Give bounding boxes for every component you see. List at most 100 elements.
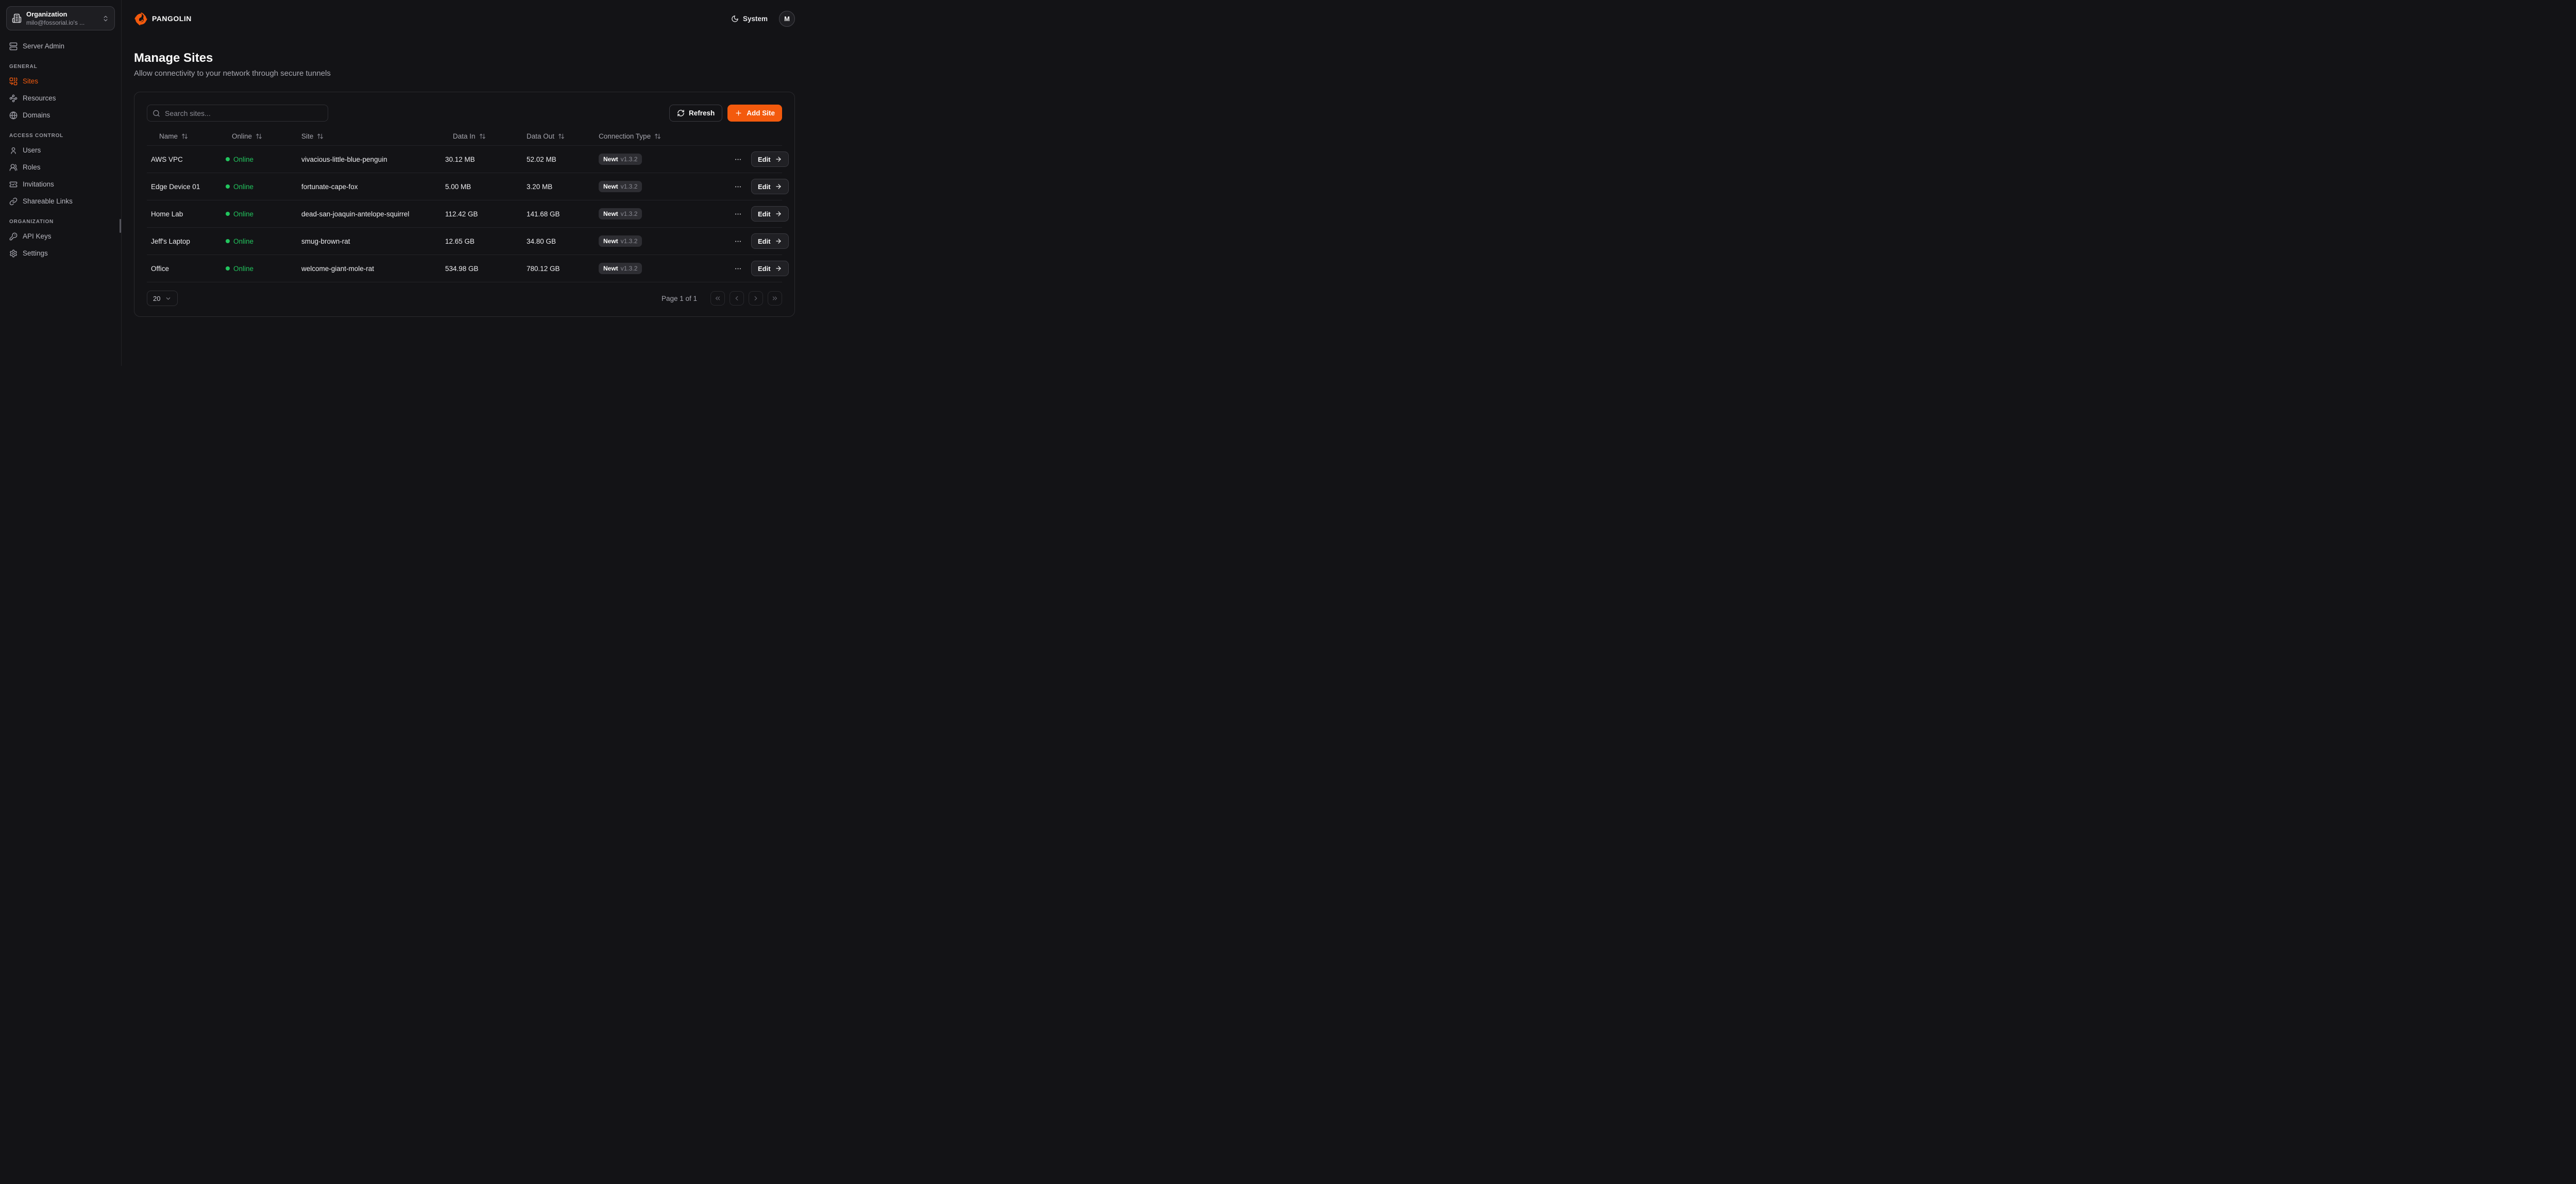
previous-page-button[interactable] (730, 291, 744, 306)
theme-toggle-button[interactable]: System (731, 15, 768, 23)
sidebar-item-label: API Keys (23, 232, 52, 240)
row-actions: Edit (724, 151, 790, 167)
online-status: Online (224, 156, 293, 163)
column-label: Data Out (527, 132, 554, 140)
connection-badge: Newt v1.3.2 (599, 235, 642, 247)
org-selector[interactable]: Organization milo@fossorial.io's ... (6, 6, 115, 30)
online-label: Online (233, 156, 253, 163)
row-actions: Edit (724, 261, 790, 276)
chevrons-up-down-icon (102, 15, 109, 22)
sort-icon (654, 133, 661, 140)
sidebar-item-api-keys[interactable]: API Keys (6, 228, 115, 245)
data-out: 34.80 GB (518, 238, 590, 245)
connection-badge: Newt v1.3.2 (599, 263, 642, 274)
edit-label: Edit (758, 265, 771, 273)
table-toolbar: Refresh Add Site (147, 105, 782, 122)
table-header-row: Name Online Site Data In (147, 127, 782, 146)
user-icon (9, 146, 18, 155)
arrow-right-icon (775, 265, 782, 272)
ellipsis-icon (734, 265, 742, 273)
row-menu-button[interactable] (732, 235, 744, 247)
topbar-right: System M (731, 11, 795, 27)
site-slug: welcome-giant-mole-rat (293, 265, 437, 273)
site-slug: fortunate-cape-fox (293, 183, 437, 191)
chevron-left-icon (733, 295, 740, 302)
data-out: 52.02 MB (518, 156, 590, 163)
column-label: Site (301, 132, 313, 140)
sort-header-online[interactable]: Online (224, 132, 262, 140)
avatar[interactable]: M (779, 11, 795, 27)
pangolin-logo-icon (134, 12, 148, 26)
sidebar-item-label: Shareable Links (23, 197, 73, 205)
connection-type-cell: Newt v1.3.2 (590, 208, 724, 219)
add-site-button[interactable]: Add Site (727, 105, 782, 122)
theme-toggle-label: System (743, 15, 768, 23)
avatar-initial: M (784, 15, 790, 23)
sidebar-item-label: Resources (23, 94, 56, 102)
online-status: Online (224, 183, 293, 191)
row-menu-button[interactable] (732, 208, 744, 220)
sidebar-scrollbar-thumb[interactable] (120, 219, 121, 233)
edit-button[interactable]: Edit (751, 233, 789, 249)
online-label: Online (233, 238, 253, 245)
site-name: Home Lab (147, 210, 224, 218)
sort-header-data-in[interactable]: Data In (437, 132, 486, 140)
sort-header-data-out[interactable]: Data Out (518, 132, 565, 140)
sort-header-name[interactable]: Name (147, 132, 188, 140)
connection-version: v1.3.2 (621, 210, 638, 217)
sort-header-connection-type[interactable]: Connection Type (590, 132, 661, 140)
edit-button[interactable]: Edit (751, 179, 789, 194)
online-dot-icon (226, 266, 230, 270)
row-menu-button[interactable] (732, 181, 744, 193)
org-selector-value: milo@fossorial.io's ... (26, 19, 84, 26)
edit-button[interactable]: Edit (751, 261, 789, 276)
sort-icon (479, 133, 486, 140)
connection-type-cell: Newt v1.3.2 (590, 181, 724, 192)
sites-table: Name Online Site Data In (147, 127, 782, 282)
connection-version: v1.3.2 (621, 265, 638, 272)
chevrons-left-icon (714, 295, 721, 302)
online-label: Online (233, 183, 253, 191)
sidebar-item-resources[interactable]: Resources (6, 90, 115, 107)
sidebar-item-sites[interactable]: Sites (6, 73, 115, 90)
table-row: Home Lab Online dead-san-joaquin-antelop… (147, 200, 782, 228)
connection-version: v1.3.2 (621, 156, 638, 163)
sidebar-item-settings[interactable]: Settings (6, 245, 115, 262)
connection-type-cell: Newt v1.3.2 (590, 263, 724, 274)
sidebar-item-server-admin[interactable]: Server Admin (6, 38, 115, 55)
table-row: Jeff's Laptop Online smug-brown-rat 12.6… (147, 228, 782, 255)
edit-button[interactable]: Edit (751, 206, 789, 222)
first-page-button[interactable] (710, 291, 725, 306)
sidebar-item-shareable-links[interactable]: Shareable Links (6, 193, 115, 210)
waypoints-icon (9, 94, 18, 103)
row-menu-button[interactable] (732, 263, 744, 275)
sidebar-item-label: Sites (23, 77, 38, 85)
refresh-button[interactable]: Refresh (669, 105, 722, 122)
sidebar-section-general: GENERAL (6, 64, 115, 73)
sidebar-item-users[interactable]: Users (6, 142, 115, 159)
sidebar-item-roles[interactable]: Roles (6, 159, 115, 176)
sort-header-site[interactable]: Site (293, 132, 324, 140)
arrow-right-icon (775, 156, 782, 163)
column-label: Connection Type (599, 132, 651, 140)
edit-button[interactable]: Edit (751, 151, 789, 167)
connection-badge: Newt v1.3.2 (599, 181, 642, 192)
sidebar-item-label: Settings (23, 249, 48, 257)
sidebar-section-organization: ORGANIZATION (6, 219, 115, 228)
sidebar-item-invitations[interactable]: Invitations (6, 176, 115, 193)
next-page-button[interactable] (749, 291, 763, 306)
arrow-right-icon (775, 210, 782, 217)
row-actions: Edit (724, 179, 790, 194)
sidebar-item-domains[interactable]: Domains (6, 107, 115, 124)
page-size-select[interactable]: 20 (147, 291, 178, 306)
last-page-button[interactable] (768, 291, 782, 306)
online-label: Online (233, 210, 253, 218)
search-input[interactable] (147, 105, 328, 122)
ellipsis-icon (734, 210, 742, 218)
brand: PANGOLIN (134, 12, 192, 26)
connection-type: Newt (603, 238, 618, 245)
server-icon (9, 42, 18, 50)
online-label: Online (233, 265, 253, 273)
topbar: PANGOLIN System M (122, 0, 808, 37)
row-menu-button[interactable] (732, 154, 744, 165)
